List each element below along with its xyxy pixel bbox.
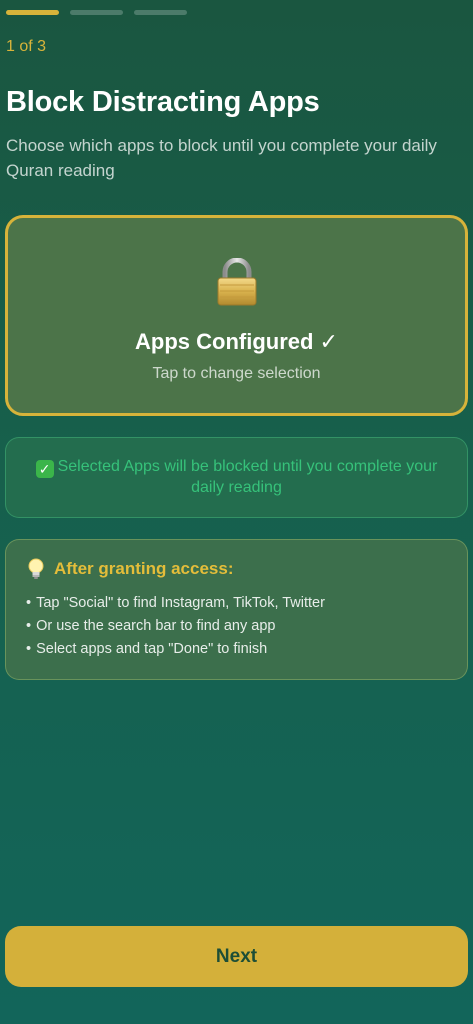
check-box-icon: ✓ (35, 460, 54, 478)
tips-list: • Tap "Social" to find Instagram, TikTok,… (26, 592, 447, 661)
list-item: • Select apps and tap "Done" to finish (26, 641, 268, 657)
lightbulb-icon (28, 558, 44, 579)
lock-icon (217, 258, 256, 306)
progress-segment-3 (134, 10, 187, 15)
page-title: Block Distracting Apps (6, 86, 320, 118)
change-selection-hint: Tap to change selection (152, 365, 321, 382)
progress-segment-2 (70, 10, 123, 15)
list-item: • Tap "Social" to find Instagram, TikTok,… (26, 595, 325, 611)
blocking-info-text: Selected Apps will be blocked until you … (57, 458, 438, 496)
next-button[interactable]: Next (5, 926, 468, 987)
tips-heading: After granting access: (54, 559, 234, 578)
step-indicator: 1 of 3 (6, 38, 47, 55)
onboarding-progress (6, 10, 187, 15)
apps-configured-title: Apps Configured ✓ (135, 329, 338, 354)
list-item: • Or use the search bar to find any app (26, 618, 276, 634)
tips-card: After granting access: • Tap "Social" to … (5, 539, 468, 680)
blocking-info-banner: ✓ Selected Apps will be blocked until you… (5, 437, 468, 518)
page-subtitle: Choose which apps to block until you com… (6, 136, 437, 180)
apps-configured-card[interactable]: Apps Configured ✓ Tap to change selectio… (5, 215, 468, 416)
progress-segment-1 (6, 10, 59, 15)
